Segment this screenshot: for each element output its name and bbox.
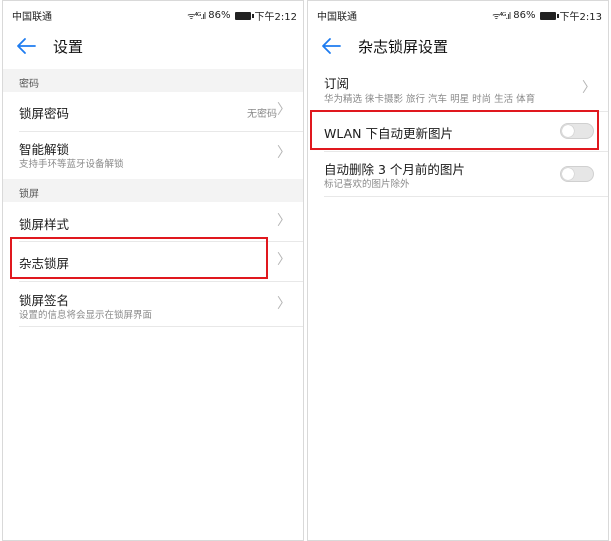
battery-percent: 86%: [208, 10, 231, 21]
battery-percent: 86%: [513, 10, 536, 21]
clock: 下午2:12: [254, 12, 297, 23]
toggle-knob: [562, 168, 574, 180]
row-title: 杂志锁屏: [19, 256, 70, 271]
page-title: 杂志锁屏设置: [358, 38, 449, 56]
auto-delete-toggle[interactable]: [560, 166, 594, 182]
clock: 下午2:13: [559, 12, 602, 23]
list-item-lockscreen-signature[interactable]: 锁屏签名 设置的信息将会显示在锁屏界面 〉: [3, 282, 303, 326]
divider: [19, 326, 303, 327]
magazine-lockscreen-settings-screen: 中国联通 ᯤ⁴ᴳ.ıl 86% 下午2:13 杂志锁屏设置 订阅 华为精选 徕卡…: [307, 0, 609, 541]
back-arrow-icon[interactable]: [320, 35, 342, 57]
divider: [324, 196, 608, 197]
status-indicators: ᯤ⁴ᴳ.ıl 86% 下午2:13: [492, 8, 602, 23]
chevron-right-icon: 〉: [582, 80, 596, 96]
chevron-right-icon: 〉: [277, 296, 291, 312]
title-bar: 杂志锁屏设置: [308, 27, 608, 65]
row-title: 订阅: [324, 76, 350, 91]
row-subtitle: 标记喜欢的图片除外: [324, 179, 410, 190]
row-subtitle: 华为精选 徕卡摄影 旅行 汽车 明星 时尚 生活 体育: [324, 94, 536, 105]
status-indicators: ᯤ⁴ᴳ.ıl 86% 下午2:12: [187, 8, 297, 23]
settings-screen: 中国联通 ᯤ⁴ᴳ.ıl 86% 下午2:12 设置 密码 锁屏密码 无密码 〉 …: [2, 0, 304, 541]
row-title: WLAN 下自动更新图片: [324, 126, 453, 141]
list-item-wlan-auto-update[interactable]: WLAN 下自动更新图片: [308, 112, 608, 150]
carrier-label: 中国联通: [317, 12, 357, 23]
list-item-lock-password[interactable]: 锁屏密码 无密码 〉: [3, 92, 303, 131]
status-bar: 中国联通 ᯤ⁴ᴳ.ıl 86% 下午2:12: [3, 1, 303, 27]
wlan-auto-update-toggle[interactable]: [560, 123, 594, 139]
carrier-label: 中国联通: [12, 12, 52, 23]
section-header-lockscreen: 锁屏: [3, 179, 303, 202]
wifi-signal-icon: ᯤ⁴ᴳ.ıl: [492, 12, 511, 22]
battery-icon: [539, 11, 559, 20]
section-header-password: 密码: [3, 69, 303, 92]
row-title: 锁屏密码: [19, 106, 70, 121]
back-arrow-icon[interactable]: [15, 35, 37, 57]
list-item-smart-unlock[interactable]: 智能解锁 支持手环等蓝牙设备解锁 〉: [3, 132, 303, 175]
list-item-subscription[interactable]: 订阅 华为精选 徕卡摄影 旅行 汽车 明星 时尚 生活 体育 〉: [308, 67, 608, 111]
wifi-signal-icon: ᯤ⁴ᴳ.ıl: [187, 12, 206, 22]
row-subtitle: 设置的信息将会显示在锁屏界面: [19, 310, 153, 321]
chevron-right-icon: 〉: [277, 145, 291, 161]
chevron-right-icon: 〉: [277, 102, 291, 118]
list-item-magazine-lockscreen[interactable]: 杂志锁屏 〉: [3, 242, 303, 280]
chevron-right-icon: 〉: [277, 252, 291, 268]
row-subtitle: 支持手环等蓝牙设备解锁: [19, 159, 124, 170]
toggle-knob: [562, 125, 574, 137]
battery-icon: [234, 11, 254, 20]
status-bar: 中国联通 ᯤ⁴ᴳ.ıl 86% 下午2:13: [308, 1, 608, 27]
list-item-auto-delete[interactable]: 自动删除 3 个月前的图片 标记喜欢的图片除外: [308, 152, 608, 196]
page-title: 设置: [53, 38, 84, 56]
row-value: 无密码: [247, 109, 277, 120]
title-bar: 设置: [3, 27, 303, 65]
chevron-right-icon: 〉: [277, 213, 291, 229]
row-title: 锁屏样式: [19, 217, 70, 232]
list-item-lockscreen-style[interactable]: 锁屏样式 〉: [3, 202, 303, 241]
